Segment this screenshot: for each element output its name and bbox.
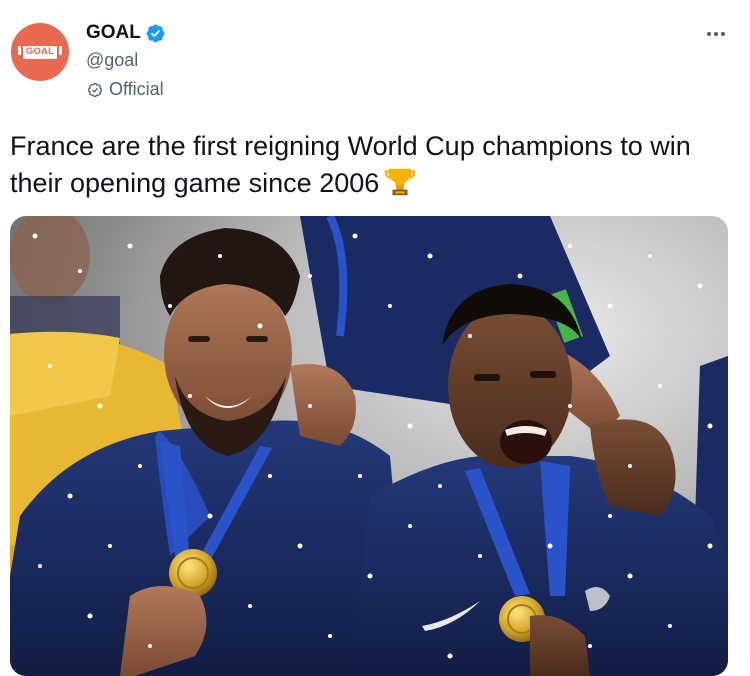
avatar[interactable]: GOAL (11, 23, 69, 81)
tweet-text: France are the first reigning World Cup … (10, 128, 730, 202)
more-dot-icon (707, 32, 711, 36)
verified-badge-icon (146, 24, 165, 42)
trophy-icon (384, 168, 416, 196)
official-check-icon (87, 82, 103, 97)
tweet-photo[interactable] (10, 216, 728, 676)
author-handle[interactable]: @goal (86, 50, 138, 71)
more-options-button[interactable] (699, 20, 733, 48)
official-label: Official (86, 79, 164, 100)
more-dot-icon (714, 32, 718, 36)
author-name-row: GOAL (86, 22, 166, 44)
tweet-text-body: France are the first reigning World Cup … (10, 131, 691, 198)
author-display-name[interactable]: GOAL (86, 22, 141, 44)
photo-illustration (10, 216, 728, 676)
tweet-card[interactable]: GOAL GOAL @goal Official France are the … (0, 0, 750, 676)
more-dot-icon (721, 32, 725, 36)
goal-logo: GOAL (18, 45, 62, 59)
official-text: Official (109, 79, 164, 99)
